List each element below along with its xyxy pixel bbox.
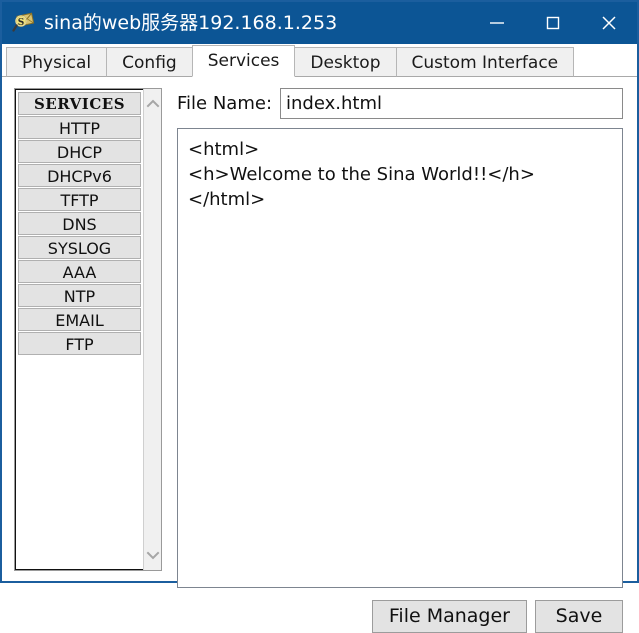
file-name-input[interactable]: [280, 88, 623, 119]
sidebar-item-dns[interactable]: DNS: [18, 212, 141, 235]
svg-text:S: S: [18, 18, 25, 28]
services-panel: SERVICES HTTP DHCP DHCPv6 TFTP DNS SYSLO…: [14, 88, 162, 571]
sidebar-item-ntp[interactable]: NTP: [18, 284, 141, 307]
services-list: SERVICES HTTP DHCP DHCPv6 TFTP DNS SYSLO…: [15, 89, 143, 570]
sidebar-item-ftp[interactable]: FTP: [18, 332, 141, 355]
services-scrollbar[interactable]: [143, 89, 161, 570]
html-source-editor[interactable]: <html> <h>Welcome to the Sina World!!</h…: [177, 128, 623, 588]
save-button[interactable]: Save: [535, 600, 623, 633]
device-config-window: S sina的web服务器192.168.1.253 Physical Conf…: [0, 0, 639, 633]
tab-strip-filler: [573, 47, 637, 77]
window-title: sina的web服务器192.168.1.253: [44, 11, 338, 34]
sidebar-item-dhcpv6[interactable]: DHCPv6: [18, 164, 141, 187]
tab-config[interactable]: Config: [106, 47, 193, 77]
sidebar-item-syslog[interactable]: SYSLOG: [18, 236, 141, 259]
minimize-icon[interactable]: [469, 2, 525, 44]
tab-custom-interface[interactable]: Custom Interface: [395, 47, 575, 77]
tab-services[interactable]: Services: [191, 45, 296, 77]
tab-desktop[interactable]: Desktop: [294, 47, 397, 77]
title-bar: S sina的web服务器192.168.1.253: [2, 2, 637, 44]
sidebar-item-http[interactable]: HTTP: [18, 116, 141, 139]
chevron-up-icon[interactable]: [144, 95, 161, 113]
sidebar-item-email[interactable]: EMAIL: [18, 308, 141, 331]
maximize-icon[interactable]: [525, 2, 581, 44]
sidebar-item-tftp[interactable]: TFTP: [18, 188, 141, 211]
packet-tracer-server-icon: S: [12, 11, 36, 35]
file-manager-button[interactable]: File Manager: [371, 600, 527, 633]
tab-physical[interactable]: Physical: [6, 47, 108, 77]
action-button-row: File Manager Save: [371, 600, 623, 633]
services-list-header: SERVICES: [18, 92, 141, 115]
file-name-row: File Name:: [177, 88, 623, 119]
tab-content-services: SERVICES HTTP DHCP DHCPv6 TFTP DNS SYSLO…: [2, 77, 637, 633]
file-name-label: File Name:: [177, 93, 273, 114]
close-icon[interactable]: [581, 2, 637, 44]
sidebar-item-dhcp[interactable]: DHCP: [18, 140, 141, 163]
window-controls: [469, 2, 637, 44]
sidebar-item-aaa[interactable]: AAA: [18, 260, 141, 283]
tab-bar: Physical Config Services Desktop Custom …: [2, 44, 637, 77]
chevron-down-icon[interactable]: [144, 546, 161, 564]
